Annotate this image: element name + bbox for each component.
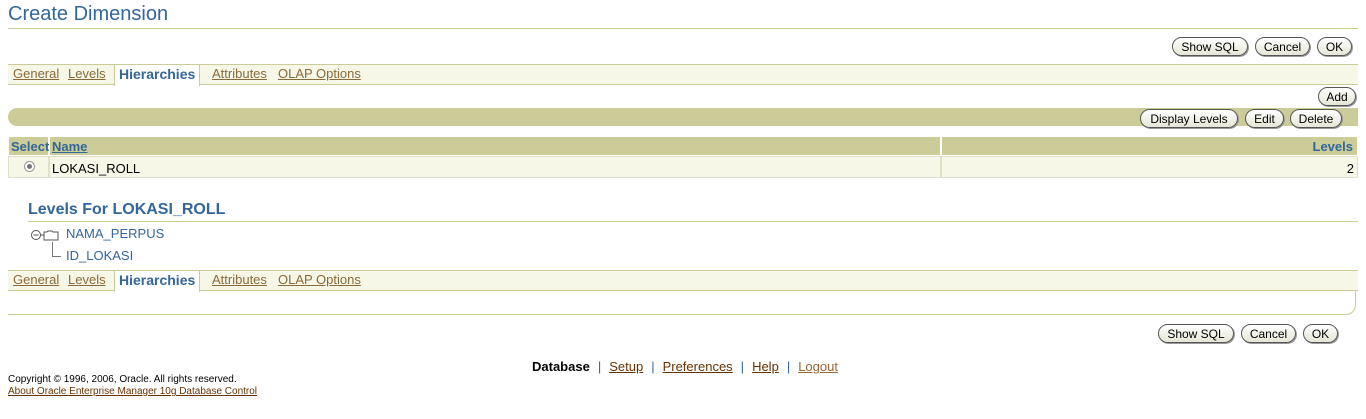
delete-button[interactable]: Delete bbox=[1290, 109, 1342, 128]
tab-olap-options-bottom[interactable]: OLAP Options bbox=[278, 272, 361, 287]
about-link[interactable]: About Oracle Enterprise Manager 10g Data… bbox=[8, 386, 257, 397]
levels-section-divider bbox=[28, 221, 1358, 222]
tab-attributes[interactable]: Attributes bbox=[212, 66, 267, 81]
title-divider bbox=[8, 28, 1358, 29]
tab-bar-bottom: General Levels Hierarchies Attributes OL… bbox=[8, 270, 1358, 292]
add-button[interactable]: Add bbox=[1318, 87, 1356, 106]
tab-olap-options[interactable]: OLAP Options bbox=[278, 66, 361, 81]
footer-separator: | bbox=[740, 359, 745, 374]
table-row-select-cell bbox=[8, 156, 49, 178]
tab-levels[interactable]: Levels bbox=[68, 66, 106, 81]
tab-hierarchies[interactable]: Hierarchies bbox=[114, 65, 201, 86]
column-header-select: Select bbox=[8, 136, 49, 156]
tab-attributes-bottom[interactable]: Attributes bbox=[212, 272, 267, 287]
ok-button[interactable]: OK bbox=[1317, 37, 1352, 56]
tree-node-collapse-icon[interactable] bbox=[30, 228, 60, 242]
footer-link-help[interactable]: Help bbox=[752, 359, 779, 374]
copyright-text: Copyright © 1996, 2006, Oracle. All righ… bbox=[8, 374, 237, 385]
display-levels-button[interactable]: Display Levels bbox=[1140, 109, 1238, 128]
tree-node-id-lokasi[interactable]: ID_LOKASI bbox=[66, 248, 133, 263]
bottom-container-edge bbox=[8, 291, 1356, 315]
cancel-button-bottom[interactable]: Cancel bbox=[1241, 324, 1296, 343]
table-row-levels-cell: 2 bbox=[941, 156, 1358, 178]
tab-general-bottom[interactable]: General bbox=[13, 272, 59, 287]
tab-bar-top: General Levels Hierarchies Attributes OL… bbox=[8, 64, 1358, 86]
cancel-button[interactable]: Cancel bbox=[1255, 37, 1310, 56]
footer-link-database[interactable]: Database bbox=[532, 359, 590, 374]
tab-levels-bottom[interactable]: Levels bbox=[68, 272, 106, 287]
show-sql-button[interactable]: Show SQL bbox=[1172, 37, 1248, 56]
show-sql-button-bottom[interactable]: Show SQL bbox=[1158, 324, 1234, 343]
table-row-name-cell: LOKASI_ROLL bbox=[49, 156, 941, 178]
footer-separator: | bbox=[651, 359, 655, 374]
footer-nav: Database | Setup | Preferences | Help | Logout bbox=[532, 359, 838, 374]
ok-button-bottom[interactable]: OK bbox=[1303, 324, 1338, 343]
radio-dot bbox=[27, 164, 32, 169]
footer-link-setup[interactable]: Setup bbox=[609, 359, 643, 374]
column-header-name[interactable]: Name bbox=[49, 136, 941, 156]
footer-separator: | bbox=[786, 359, 791, 374]
row-radio-button[interactable] bbox=[24, 161, 35, 172]
levels-section-title: Levels For LOKASI_ROLL bbox=[28, 201, 226, 218]
tab-general[interactable]: General bbox=[13, 66, 59, 81]
footer-link-logout[interactable]: Logout bbox=[798, 359, 838, 374]
footer-link-preferences[interactable]: Preferences bbox=[663, 359, 733, 374]
edit-button[interactable]: Edit bbox=[1245, 109, 1284, 128]
column-header-levels: Levels bbox=[941, 136, 1358, 156]
tree-connector bbox=[52, 242, 61, 257]
footer-separator: | bbox=[597, 359, 602, 374]
tab-hierarchies-bottom[interactable]: Hierarchies bbox=[114, 271, 201, 292]
page-title: Create Dimension bbox=[8, 3, 169, 25]
sort-by-name-link[interactable]: Name bbox=[52, 139, 87, 154]
tree-node-nama-perpus[interactable]: NAMA_PERPUS bbox=[66, 226, 164, 241]
